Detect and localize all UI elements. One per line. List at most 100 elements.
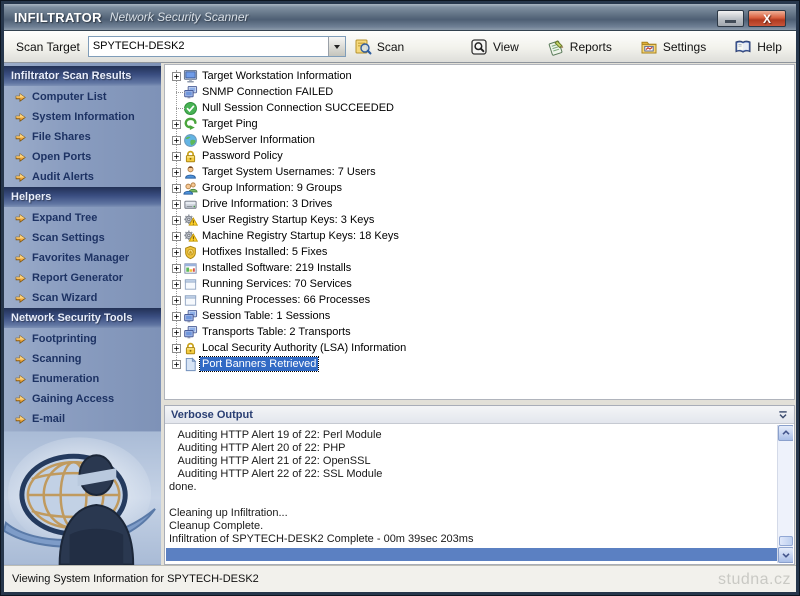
shield-icon [183, 245, 200, 260]
tree-item-password-policy[interactable]: Password Policy [165, 148, 794, 164]
help-button[interactable]: Help [734, 38, 782, 56]
expand-plus-icon[interactable] [172, 264, 181, 273]
tree-item-target-workstation-information[interactable]: Target Workstation Information [165, 68, 794, 84]
expand-plus-icon[interactable] [172, 120, 181, 129]
expand-plus-icon[interactable] [172, 200, 181, 209]
verbose-selected-line[interactable] [166, 548, 777, 561]
scan-target-combobox[interactable]: SPYTECH-DESK2 [88, 36, 346, 57]
scan-target-label: Scan Target [16, 40, 80, 54]
tree-item-label[interactable]: Running Processes: 66 Processes [200, 293, 372, 307]
expand-plus-icon[interactable] [172, 296, 181, 305]
sidebar-item-computer-list[interactable]: Computer List [4, 87, 161, 107]
tree-item-target-ping[interactable]: Target Ping [165, 116, 794, 132]
tree-item-label[interactable]: Drive Information: 3 Drives [200, 197, 334, 211]
app-subtitle: Network Security Scanner [110, 10, 249, 24]
close-button[interactable]: X [748, 10, 786, 27]
arrow-icon [15, 354, 26, 365]
sidebar-item-report-generator[interactable]: Report Generator [4, 268, 161, 288]
sidebar-item-file-shares[interactable]: File Shares [4, 127, 161, 147]
scroll-down-button[interactable] [778, 547, 793, 563]
tree-item-label[interactable]: Installed Software: 219 Installs [200, 261, 353, 275]
tree-item-running-services-70-services[interactable]: Running Services: 70 Services [165, 276, 794, 292]
tree-item-label[interactable]: Transports Table: 2 Transports [200, 325, 353, 339]
tree-item-machine-registry-startup-keys-18-keys[interactable]: Machine Registry Startup Keys: 18 Keys [165, 228, 794, 244]
minimize-button[interactable] [717, 10, 744, 27]
sidebar-item-footprinting[interactable]: Footprinting [4, 329, 161, 349]
main-area: Infiltrator Scan ResultsComputer ListSys… [4, 63, 796, 565]
tree-item-webserver-information[interactable]: WebServer Information [165, 132, 794, 148]
arrow-icon [15, 253, 26, 264]
computers-icon [183, 309, 200, 324]
expand-plus-icon[interactable] [172, 312, 181, 321]
sidebar-item-favorites-manager[interactable]: Favorites Manager [4, 248, 161, 268]
expand-plus-icon[interactable] [172, 328, 181, 337]
sidebar-item-scan-wizard[interactable]: Scan Wizard [4, 288, 161, 308]
tree-item-label[interactable]: Target Ping [200, 117, 260, 131]
expand-plus-icon[interactable] [172, 280, 181, 289]
sidebar-sections: Infiltrator Scan ResultsComputer ListSys… [4, 66, 161, 429]
tree-item-target-system-usernames-7-users[interactable]: Target System Usernames: 7 Users [165, 164, 794, 180]
expand-plus-icon[interactable] [172, 216, 181, 225]
sidebar-item-open-ports[interactable]: Open Ports [4, 147, 161, 167]
tree-item-label[interactable]: Port Banners Retrieved [200, 357, 318, 371]
tree-item-drive-information-3-drives[interactable]: Drive Information: 3 Drives [165, 196, 794, 212]
tree-item-label[interactable]: Target Workstation Information [200, 69, 354, 83]
collapse-panel-icon[interactable] [778, 410, 788, 420]
sidebar-item-system-information[interactable]: System Information [4, 107, 161, 127]
tree-item-label[interactable]: Hotfixes Installed: 5 Fixes [200, 245, 329, 259]
tree-item-session-table-1-sessions[interactable]: Session Table: 1 Sessions [165, 308, 794, 324]
expand-plus-icon[interactable] [172, 360, 181, 369]
tree-item-installed-software-219-installs[interactable]: Installed Software: 219 Installs [165, 260, 794, 276]
sidebar-item-e-mail[interactable]: E-mail [4, 409, 161, 429]
sidebar-item-scanning[interactable]: Scanning [4, 349, 161, 369]
tree-item-label[interactable]: Password Policy [200, 149, 285, 163]
tree-item-hotfixes-installed-5-fixes[interactable]: Hotfixes Installed: 5 Fixes [165, 244, 794, 260]
arrow-icon [15, 92, 26, 103]
tree-item-label[interactable]: WebServer Information [200, 133, 317, 147]
sidebar-item-audit-alerts[interactable]: Audit Alerts [4, 167, 161, 187]
tree-item-label[interactable]: Null Session Connection SUCCEEDED [200, 101, 396, 115]
scan-button[interactable]: Scan [354, 38, 404, 56]
verbose-line: Infiltration of SPYTECH-DESK2 Complete -… [169, 533, 793, 546]
tree-item-label[interactable]: Group Information: 9 Groups [200, 181, 344, 195]
expand-plus-icon[interactable] [172, 184, 181, 193]
tree-item-label[interactable]: Session Table: 1 Sessions [200, 309, 332, 323]
sidebar-item-scan-settings[interactable]: Scan Settings [4, 228, 161, 248]
expand-plus-icon[interactable] [172, 232, 181, 241]
settings-button[interactable]: Settings [640, 38, 706, 56]
tree-item-label[interactable]: Machine Registry Startup Keys: 18 Keys [200, 229, 401, 243]
tree-item-label[interactable]: Local Security Authority (LSA) Informati… [200, 341, 408, 355]
tree-item-user-registry-startup-keys-3-keys[interactable]: User Registry Startup Keys: 3 Keys [165, 212, 794, 228]
tree-item-running-processes-66-processes[interactable]: Running Processes: 66 Processes [165, 292, 794, 308]
sidebar-item-gaining-access[interactable]: Gaining Access [4, 389, 161, 409]
tree-item-null-session-connection-succeeded[interactable]: Null Session Connection SUCCEEDED [165, 100, 794, 116]
verbose-output-content[interactable]: Auditing HTTP Alert 19 of 22: Perl Modul… [166, 425, 793, 563]
tree-item-label[interactable]: Target System Usernames: 7 Users [200, 165, 378, 179]
expand-plus-icon[interactable] [172, 248, 181, 257]
tree-item-snmp-connection-failed[interactable]: SNMP Connection FAILED [165, 84, 794, 100]
verbose-output-header: Verbose Output [165, 406, 794, 424]
expand-plus-icon[interactable] [172, 152, 181, 161]
expand-plus-icon[interactable] [172, 72, 181, 81]
tree-item-group-information-9-groups[interactable]: Group Information: 9 Groups [165, 180, 794, 196]
scroll-up-button[interactable] [778, 425, 793, 441]
sidebar-item-enumeration[interactable]: Enumeration [4, 369, 161, 389]
expand-plus-icon[interactable] [172, 168, 181, 177]
expand-plus-icon[interactable] [172, 136, 181, 145]
sidebar-item-label: Scan Wizard [32, 292, 97, 304]
tree-item-label[interactable]: Running Services: 70 Services [200, 277, 354, 291]
vertical-scrollbar[interactable] [777, 425, 793, 563]
arrow-icon [15, 273, 26, 284]
tree-item-port-banners-retrieved[interactable]: Port Banners Retrieved [165, 356, 794, 372]
sidebar-item-expand-tree[interactable]: Expand Tree [4, 208, 161, 228]
tree-item-local-security-authority-lsa-information[interactable]: Local Security Authority (LSA) Informati… [165, 340, 794, 356]
tree-item-label[interactable]: User Registry Startup Keys: 3 Keys [200, 213, 376, 227]
tree-item-label[interactable]: SNMP Connection FAILED [200, 85, 335, 99]
view-button[interactable]: View [470, 38, 519, 56]
combobox-dropdown-button[interactable] [328, 37, 345, 56]
tree-item-transports-table-2-transports[interactable]: Transports Table: 2 Transports [165, 324, 794, 340]
expand-plus-icon[interactable] [172, 344, 181, 353]
reports-button[interactable]: Reports [547, 38, 612, 56]
scrollbar-thumb[interactable] [779, 536, 793, 546]
arrow-icon [15, 172, 26, 183]
